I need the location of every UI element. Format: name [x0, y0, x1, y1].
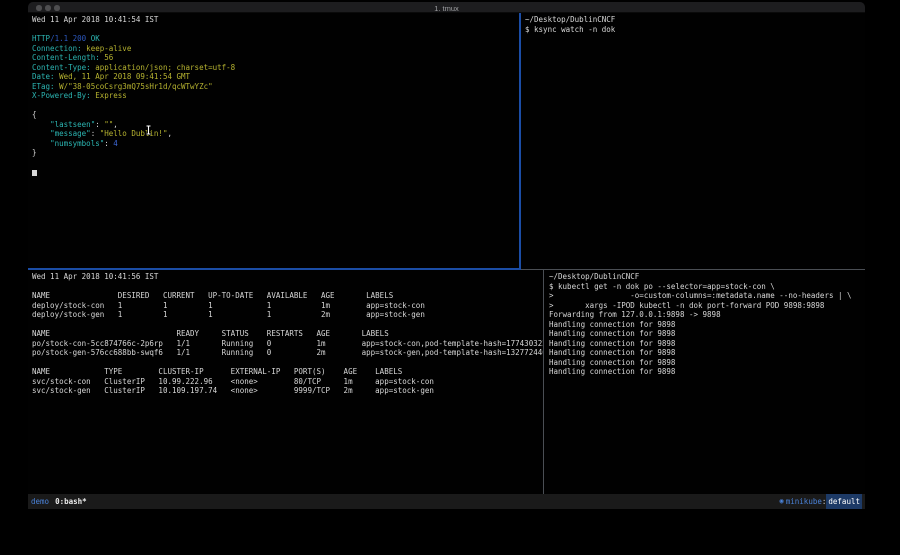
terminal-line: Handling connection for 9898 — [549, 358, 865, 368]
terminal-line: NAME TYPE CLUSTER-IP EXTERNAL-IP PORT(S)… — [32, 367, 543, 377]
terminal-line: > -o=custom-columns=:metadata.name --no-… — [549, 291, 865, 301]
port-forward-command: $ kubectl get -n dok po --selector=app=s… — [549, 282, 865, 311]
timestamp: Wed 11 Apr 2018 10:41:54 IST — [32, 15, 519, 25]
terminal-line: Handling connection for 9898 — [549, 320, 865, 330]
k8s-table: NAME DESIRED CURRENT UP-TO-DATE AVAILABL… — [32, 291, 543, 320]
pane-kubectl-get[interactable]: Wed 11 Apr 2018 10:41:56 IST NAME DESIRE… — [28, 270, 543, 494]
working-directory: ~/Desktop/DublinCNCF — [525, 15, 865, 25]
terminal-line: NAME READY STATUS RESTARTS AGE LABELS — [32, 329, 543, 339]
terminal-line: Handling connection for 9898 — [549, 367, 865, 377]
kube-namespace: default — [826, 494, 862, 509]
terminal-line: svc/stock-gen ClusterIP 10.109.197.74 <n… — [32, 386, 543, 396]
pane-ksync[interactable]: ~/Desktop/DublinCNCF $ ksync watch -n do… — [523, 13, 865, 268]
pane-divider-vertical-bottom[interactable] — [543, 270, 544, 494]
session-name: demo — [31, 494, 49, 509]
http-version-code: /1.1 200 — [50, 34, 91, 43]
window-tab-bash[interactable]: 0:bash* — [55, 494, 87, 509]
terminal-line: po/stock-con-5cc874766c-2p6rp 1/1 Runnin… — [32, 339, 543, 349]
tmux-session: Wed 11 Apr 2018 10:41:54 IST HTTP/1.1 20… — [28, 13, 865, 494]
terminal-line: po/stock-gen-576cc688bb-swqf6 1/1 Runnin… — [32, 348, 543, 358]
terminal-line: "message": "Hello Dublin!", — [32, 129, 519, 139]
terminal-line: Handling connection for 9898 — [549, 339, 865, 349]
http-headers: Connection: keep-aliveContent-Length: 56… — [32, 44, 519, 101]
terminal-line: ETag: W/"38-05coCsrg3mQ75sHr1d/qcWTwYZc" — [32, 82, 519, 92]
kubernetes-context-icon: ◉ — [780, 494, 784, 509]
terminal-line: Date: Wed, 11 Apr 2018 09:41:54 GMT — [32, 72, 519, 82]
terminal-line: Forwarding from 127.0.0.1:9898 -> 9898 — [549, 310, 865, 320]
pane-http-response[interactable]: Wed 11 Apr 2018 10:41:54 IST HTTP/1.1 20… — [28, 13, 519, 268]
terminal-line: deploy/stock-con 1 1 1 1 1m app=stock-co… — [32, 301, 543, 311]
terminal-line: $ kubectl get -n dok po --selector=app=s… — [549, 282, 865, 292]
window-titlebar[interactable]: 1. tmux — [28, 2, 865, 13]
terminal-line: svc/stock-con ClusterIP 10.99.222.96 <no… — [32, 377, 543, 387]
k8s-table: NAME TYPE CLUSTER-IP EXTERNAL-IP PORT(S)… — [32, 367, 543, 396]
cursor-line — [32, 167, 519, 177]
working-directory: ~/Desktop/DublinCNCF — [549, 272, 865, 282]
kubectl-resources: NAME DESIRED CURRENT UP-TO-DATE AVAILABL… — [32, 291, 543, 396]
terminal-line: > xargs -IPOD kubectl -n dok port-forwar… — [549, 301, 865, 311]
terminal-cursor — [32, 170, 37, 176]
tmux-status-bar: demo 0:bash* ◉ minikube : default — [28, 494, 865, 509]
timestamp: Wed 11 Apr 2018 10:41:56 IST — [32, 272, 543, 282]
http-status-text: OK — [91, 34, 100, 43]
window-title: 1. tmux — [28, 4, 865, 13]
terminal-line: Connection: keep-alive — [32, 44, 519, 54]
http-status-line: HTTP/1.1 200 OK — [32, 34, 519, 44]
k8s-table: NAME READY STATUS RESTARTS AGE LABELSpo/… — [32, 329, 543, 358]
kube-context: minikube — [786, 494, 822, 509]
terminal-line: Content-Type: application/json; charset=… — [32, 63, 519, 73]
pane-port-forward[interactable]: ~/Desktop/DublinCNCF $ kubectl get -n do… — [547, 270, 865, 494]
terminal-line: Content-Length: 56 — [32, 53, 519, 63]
terminal-line: NAME DESIRED CURRENT UP-TO-DATE AVAILABL… — [32, 291, 543, 301]
terminal-line: Handling connection for 9898 — [549, 329, 865, 339]
terminal-line: deploy/stock-gen 1 1 1 1 2m app=stock-ge… — [32, 310, 543, 320]
status-right: ◉ minikube : default — [780, 494, 862, 509]
response-json-body: { "lastseen": "", "message": "Hello Dubl… — [32, 110, 519, 158]
mouse-cursor-icon — [145, 125, 152, 138]
terminal-line: Handling connection for 9898 — [549, 348, 865, 358]
pane-divider-vertical-top[interactable] — [519, 13, 521, 270]
terminal-line: "lastseen": "", — [32, 120, 519, 130]
http-protocol: HTTP — [32, 34, 50, 43]
ksync-command: $ ksync watch -n dok — [525, 25, 865, 35]
terminal-line: X-Powered-By: Express — [32, 91, 519, 101]
terminal-window: 1. tmux Wed 11 Apr 2018 10:41:54 IST HTT… — [28, 2, 865, 509]
terminal-line: } — [32, 148, 519, 158]
port-forward-output: Forwarding from 127.0.0.1:9898 -> 9898Ha… — [549, 310, 865, 377]
terminal-line: { — [32, 110, 519, 120]
terminal-line: "numsymbols": 4 — [32, 139, 519, 149]
